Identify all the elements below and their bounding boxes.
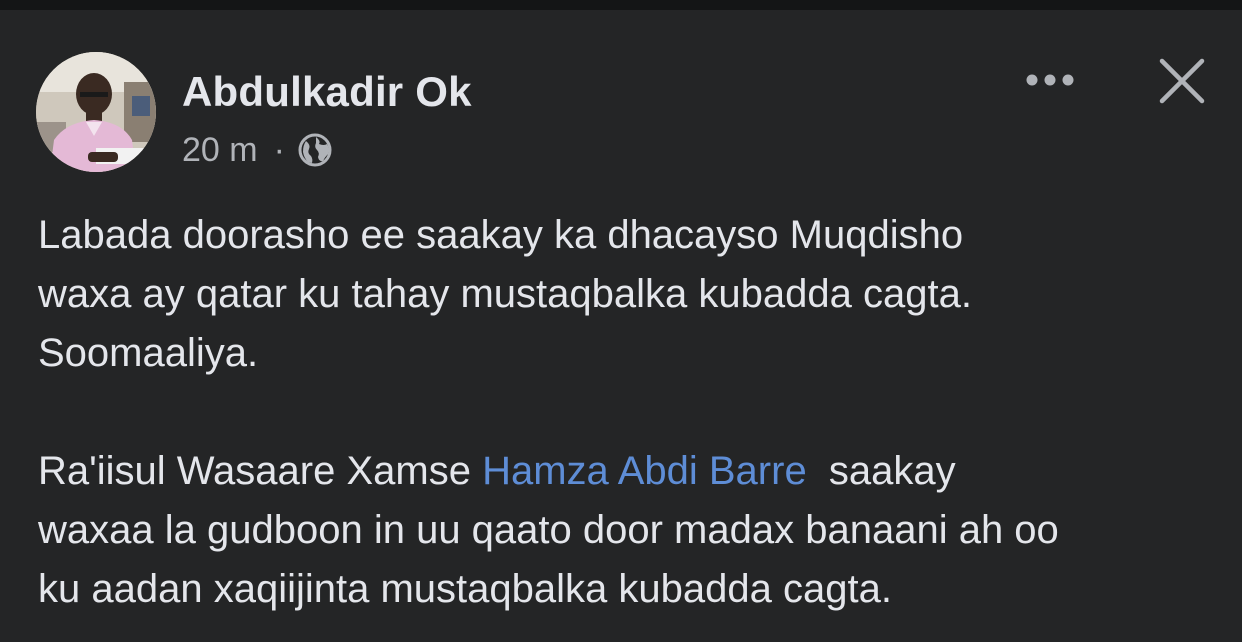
facebook-post: Abdulkadir Ok 20 m · Labada doorasho ee … xyxy=(0,10,1242,642)
globe-icon xyxy=(297,132,333,168)
post-text-line: waxaa la gudboon in uu qaato door madax … xyxy=(38,508,1059,552)
more-options-icon[interactable] xyxy=(1018,60,1082,100)
mention-link[interactable]: Hamza Abdi Barre xyxy=(482,449,807,493)
meta-separator: · xyxy=(273,130,285,169)
post-meta: 20 m · xyxy=(182,130,333,170)
post-body: Labada doorasho ee saakay ka dhacayso Mu… xyxy=(38,206,1228,619)
author-name[interactable]: Abdulkadir Ok xyxy=(182,68,472,116)
author-avatar[interactable] xyxy=(36,52,156,172)
post-text-line: waxa ay qatar ku tahay mustaqbalka kubad… xyxy=(38,272,972,316)
post-text-segment: Ra'iisul Wasaare Xamse xyxy=(38,449,483,493)
close-icon[interactable] xyxy=(1156,55,1208,107)
post-time[interactable]: 20 m xyxy=(182,131,258,170)
avatar-photo xyxy=(36,52,156,172)
post-text-line: ku aadan xaqiijinta mustaqbalka kubadda … xyxy=(38,567,892,611)
post-text-line: Soomaaliya. xyxy=(38,331,259,375)
post-text-line: Labada doorasho ee saakay ka dhacayso Mu… xyxy=(38,213,964,257)
post-text-line: Ra'iisul Wasaare Xamse Hamza Abdi Barre … xyxy=(38,442,1228,501)
post-text-segment: saakay xyxy=(806,449,956,493)
top-edge-strip xyxy=(0,0,1242,10)
